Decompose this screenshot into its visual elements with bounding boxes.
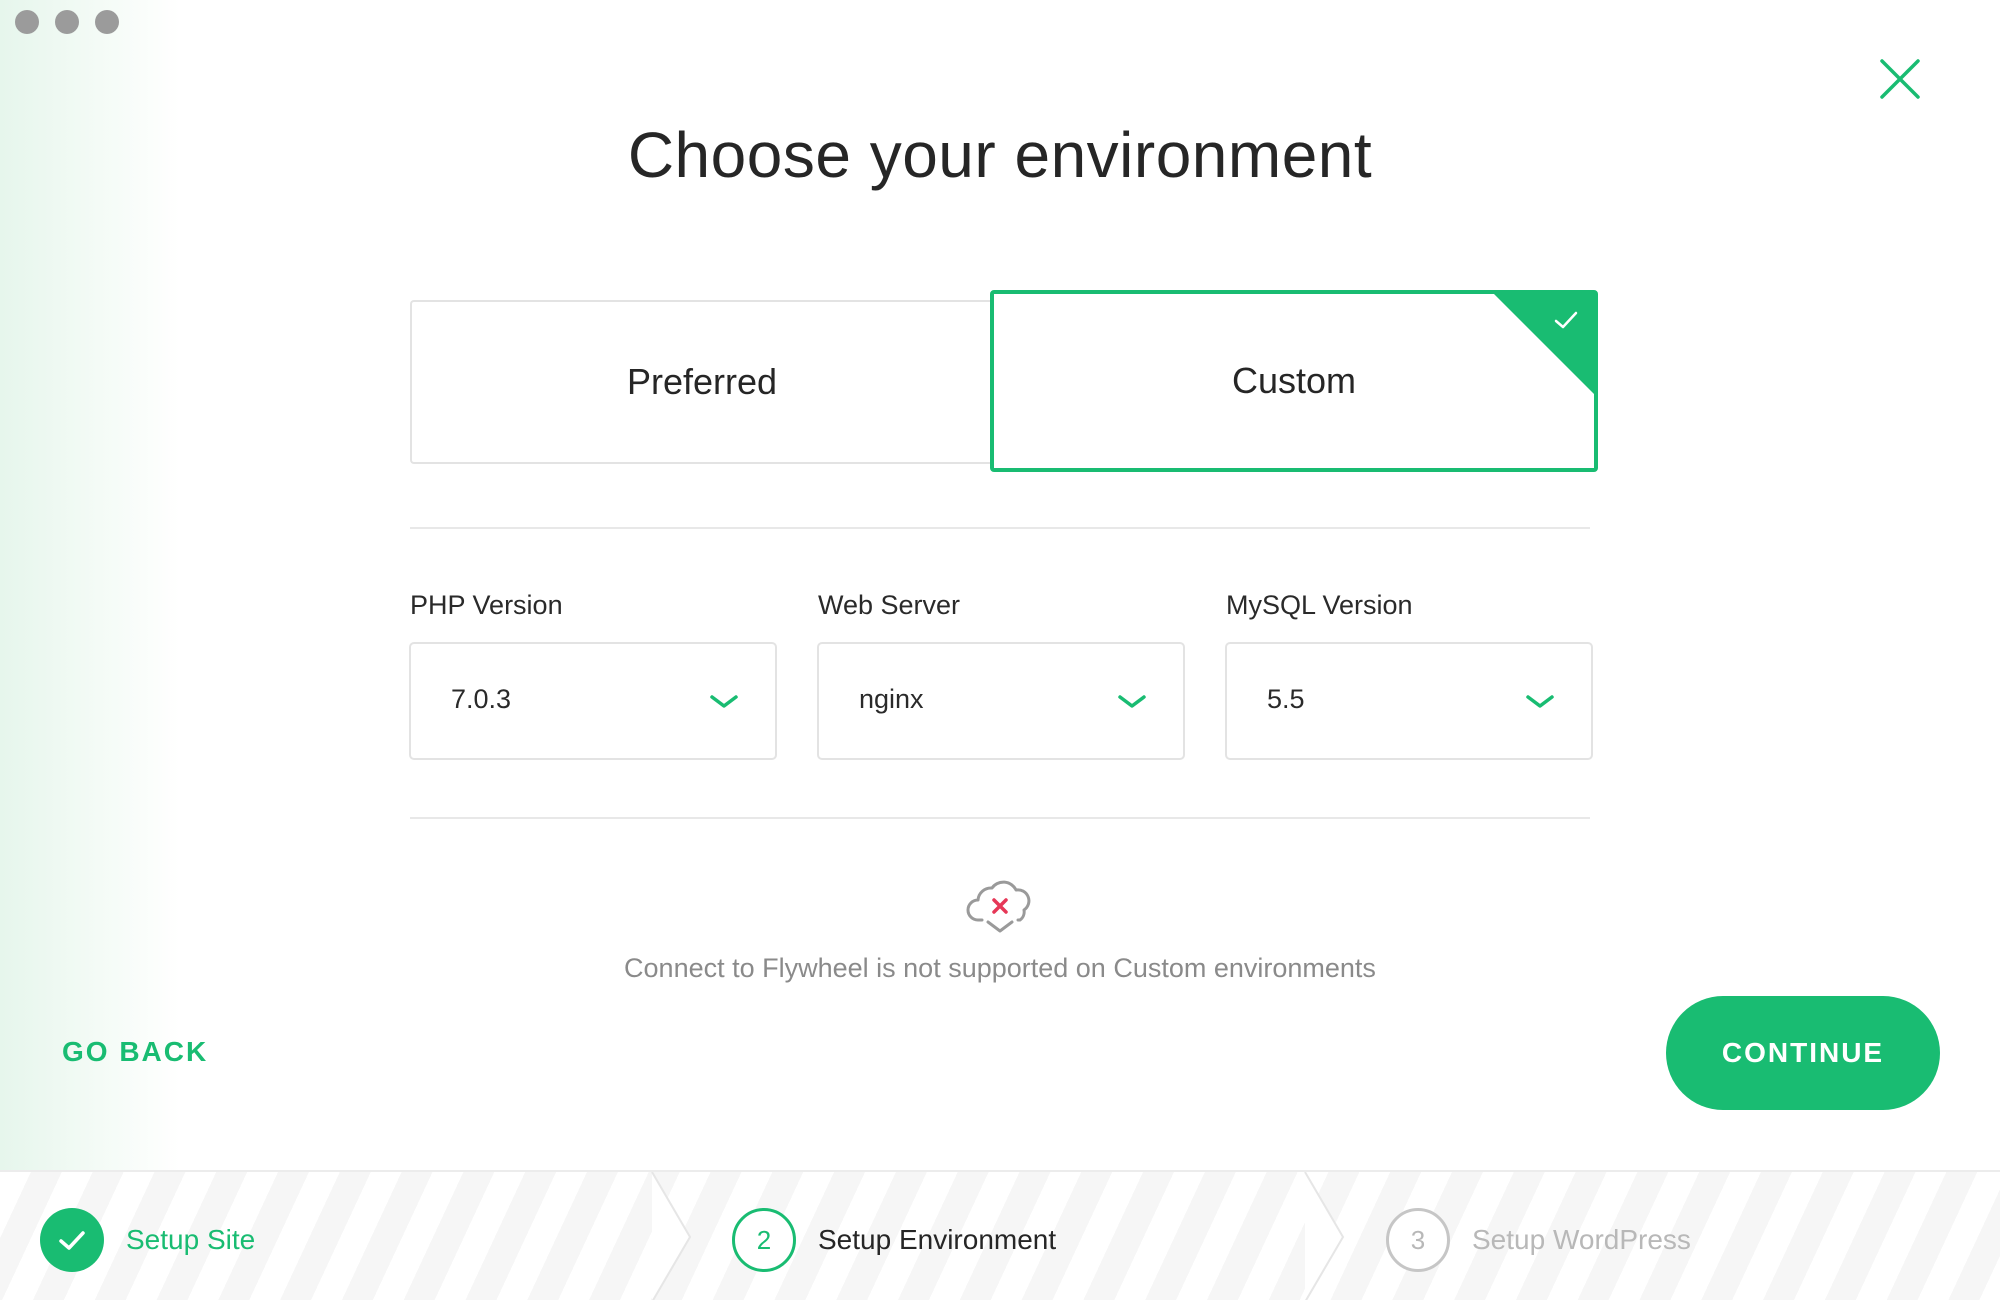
web-server-value: nginx bbox=[859, 684, 924, 714]
web-server-select[interactable]: nginx bbox=[817, 642, 1185, 760]
chevron-down-icon bbox=[1526, 695, 1554, 708]
step-label: Setup WordPress bbox=[1472, 1224, 1691, 1255]
preferred-option[interactable]: Preferred bbox=[410, 300, 992, 464]
step-complete-check-icon bbox=[40, 1208, 104, 1272]
checkmark-icon bbox=[1554, 311, 1578, 329]
page-title: Choose your environment bbox=[627, 119, 1373, 191]
continue-button-label: CONTINUE bbox=[1721, 1037, 1885, 1068]
progress-steps: Setup Site 2 Setup Environment 3 Setup W… bbox=[0, 1170, 2000, 1300]
step-setup-environment[interactable]: 2 Setup Environment bbox=[732, 1208, 1056, 1272]
step-setup-site[interactable]: Setup Site bbox=[40, 1208, 255, 1272]
step-label: Setup Site bbox=[126, 1224, 256, 1255]
chevron-down-icon bbox=[1118, 695, 1146, 708]
cloud-error-icon bbox=[966, 880, 1031, 933]
window-zoom-dot[interactable] bbox=[95, 10, 119, 34]
php-version-label: PHP Version bbox=[410, 590, 563, 620]
window-close-dot[interactable] bbox=[15, 10, 39, 34]
window-minimize-dot[interactable] bbox=[55, 10, 79, 34]
web-server-label: Web Server bbox=[818, 590, 961, 620]
flywheel-notice: Connect to Flywheel is not supported on … bbox=[624, 953, 1376, 983]
step-label: Setup Environment bbox=[818, 1224, 1057, 1255]
custom-option[interactable]: Custom bbox=[990, 290, 1598, 472]
php-version-select[interactable]: 7.0.3 bbox=[409, 642, 777, 760]
divider bbox=[410, 817, 1590, 819]
mysql-version-select[interactable]: 5.5 bbox=[1225, 642, 1593, 760]
custom-option-label: Custom bbox=[1231, 360, 1357, 401]
step-setup-wordpress[interactable]: 3 Setup WordPress bbox=[1386, 1208, 1691, 1272]
go-back-button[interactable]: GO BACK bbox=[62, 1036, 208, 1068]
selected-corner-badge bbox=[1492, 294, 1594, 396]
chevron-down-icon bbox=[710, 695, 738, 708]
divider bbox=[410, 527, 1590, 529]
close-icon[interactable] bbox=[1879, 58, 1921, 100]
php-version-value: 7.0.3 bbox=[451, 684, 512, 714]
step-number: 2 bbox=[732, 1208, 796, 1272]
step-number: 3 bbox=[1386, 1208, 1450, 1272]
preferred-option-label: Preferred bbox=[626, 361, 778, 402]
continue-button[interactable]: CONTINUE bbox=[1666, 996, 1940, 1110]
window-controls bbox=[15, 10, 119, 34]
mysql-version-value: 5.5 bbox=[1267, 684, 1305, 714]
mysql-version-label: MySQL Version bbox=[1226, 590, 1413, 620]
